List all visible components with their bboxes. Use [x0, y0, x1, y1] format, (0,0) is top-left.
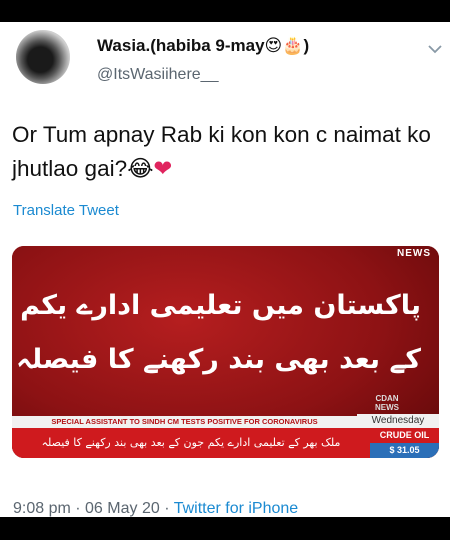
ticker-day: Wednesday — [357, 414, 439, 428]
tweet-text-body: Or Tum apnay Rab ki kon kon c naimat ko … — [12, 122, 431, 181]
tweet-metadata: 9:08 pm · 06 May 20 · Twitter for iPhone — [13, 500, 298, 518]
crude-oil-value: $ 31.05 — [370, 443, 439, 458]
news-tag: NEWS — [397, 248, 431, 259]
channel-logo: CDAN NEWS — [375, 394, 399, 412]
tweet-time[interactable]: 9:08 pm — [13, 500, 71, 517]
tweet-media-image[interactable]: NEWS پاکستان میں تعلیمی ادارے یکم جون کے… — [12, 246, 439, 458]
chevron-down-icon[interactable] — [428, 44, 442, 54]
tweet-text: Or Tum apnay Rab ki kon kon c naimat ko … — [12, 118, 432, 186]
ticker-headline: SPECIAL ASSISTANT TO SINDH CM TESTS POSI… — [12, 416, 357, 428]
laughing-emoji-icon: 😂 — [127, 156, 154, 182]
headline-line-2: کے بعد بھی بند رکھنے کا فیصلہ — [16, 344, 421, 375]
separator: · — [159, 500, 174, 517]
username[interactable]: @ItsWasiihere__ — [97, 66, 218, 84]
separator: · — [70, 500, 86, 517]
display-name-suffix: ) — [303, 36, 310, 55]
tweet-source-link[interactable]: Twitter for iPhone — [174, 500, 299, 517]
translate-tweet-link[interactable]: Translate Tweet — [13, 202, 119, 219]
avatar[interactable] — [16, 30, 70, 84]
tweet-date[interactable]: 06 May 20 — [85, 500, 160, 517]
ticker-urdu: ملک بھر کے تعلیمی ادارے یکم جون کے بعد ب… — [12, 428, 370, 458]
crude-oil-label: CRUDE OIL — [370, 428, 439, 443]
display-name-emojis: 😍🎂 — [264, 36, 304, 56]
heart-emoji-icon: ❤ — [153, 156, 173, 182]
channel-logo-text: CDAN NEWS — [375, 394, 399, 412]
display-name-text: Wasia.(habiba 9-may — [97, 36, 265, 55]
display-name[interactable]: Wasia.(habiba 9-may😍🎂) — [97, 36, 309, 56]
tweet-card: Wasia.(habiba 9-may😍🎂) @ItsWasiihere__ O… — [0, 22, 450, 517]
headline-line-1: پاکستان میں تعلیمی ادارے یکم جون — [12, 290, 421, 321]
